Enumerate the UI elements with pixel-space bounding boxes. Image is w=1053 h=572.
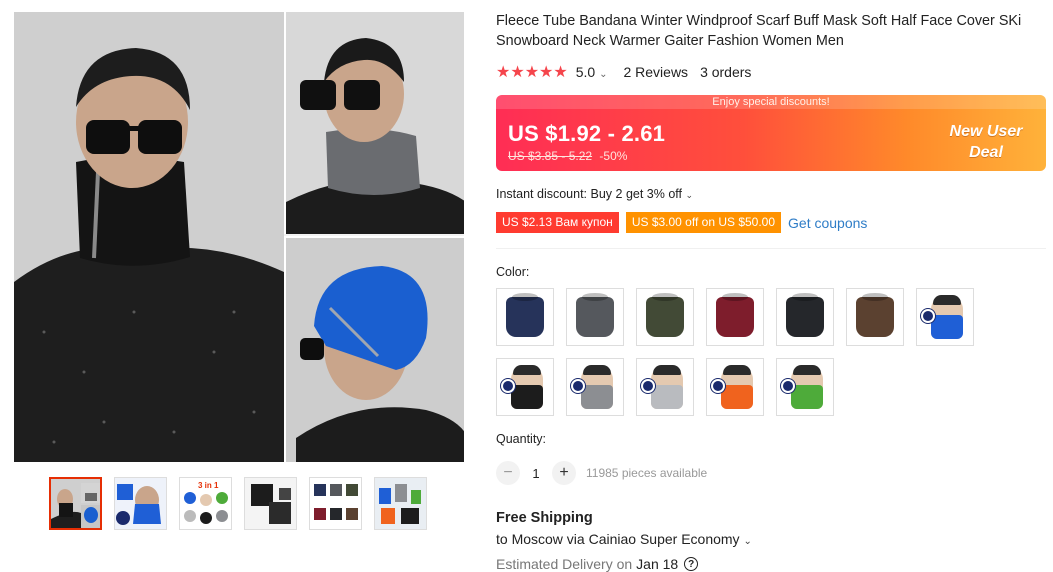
coupon-tag-1[interactable]: US $2.13 Вам купон bbox=[496, 212, 619, 233]
photo-man-black-gaiter bbox=[14, 12, 284, 462]
coupon-tag-2[interactable]: US $3.00 off on US $50.00 bbox=[625, 212, 782, 233]
thumbnail-6[interactable] bbox=[374, 477, 427, 530]
chevron-down-icon: ⌄ bbox=[685, 190, 694, 200]
quantity-input[interactable]: 1 bbox=[520, 466, 552, 481]
enjoy-discount-text: Enjoy special discounts! bbox=[496, 95, 1046, 109]
color-swatch-gray-model[interactable] bbox=[566, 358, 624, 416]
estimated-delivery: Estimated Delivery on Jan 18 ? bbox=[496, 556, 699, 572]
color-swatch-green-model[interactable] bbox=[776, 358, 834, 416]
scarf-image bbox=[716, 293, 754, 337]
color-swatch-gray[interactable] bbox=[566, 288, 624, 346]
discount-percent: -50% bbox=[599, 149, 628, 163]
rating-value[interactable]: 5.0 ⌄ bbox=[576, 64, 608, 80]
main-product-image[interactable] bbox=[14, 12, 464, 462]
model-image bbox=[581, 365, 613, 409]
quantity-stepper: − 1 + 11985 pieces available bbox=[496, 461, 707, 485]
color-swatch-black-model[interactable] bbox=[496, 358, 554, 416]
thumbnail-3[interactable]: 3 in 1 bbox=[179, 477, 232, 530]
product-title: Fleece Tube Bandana Winter Windproof Sca… bbox=[496, 13, 1022, 49]
logo-dot bbox=[501, 379, 515, 393]
color-swatch-navy[interactable] bbox=[496, 288, 554, 346]
orders-count: 3 orders bbox=[700, 64, 752, 80]
quantity-label: Quantity: bbox=[496, 432, 547, 446]
shipping-destination[interactable]: to Moscow via Cainiao Super Economy ⌄ bbox=[496, 531, 752, 547]
model-image bbox=[651, 365, 683, 409]
color-swatch-list bbox=[496, 288, 996, 416]
coupons-row: US $2.13 Вам купон US $3.00 off on US $5… bbox=[496, 212, 867, 233]
model-image bbox=[511, 365, 543, 409]
old-price-row: US $3.85 - 5.22 -50% bbox=[508, 149, 627, 163]
thumbnail-4[interactable] bbox=[244, 477, 297, 530]
color-swatch-orange-model[interactable] bbox=[706, 358, 764, 416]
get-coupons-link[interactable]: Get coupons bbox=[788, 215, 867, 231]
rating-row: ★★★★★ 5.0 ⌄ 2 Reviews 3 orders bbox=[496, 62, 751, 82]
scarf-image bbox=[576, 293, 614, 337]
decrease-quantity-button[interactable]: − bbox=[496, 461, 520, 485]
current-price: US $1.92 - 2.61 bbox=[508, 121, 666, 146]
new-user-deal-badge: New User Deal bbox=[949, 123, 1023, 161]
color-label: Color: bbox=[496, 265, 530, 279]
thumbnail-5[interactable] bbox=[309, 477, 362, 530]
divider bbox=[496, 248, 1046, 249]
color-swatch-brown[interactable] bbox=[846, 288, 904, 346]
logo-dot bbox=[921, 309, 935, 323]
free-shipping-title: Free Shipping bbox=[496, 510, 593, 526]
delivery-label: Estimated Delivery on bbox=[496, 556, 633, 572]
color-swatch-army-green[interactable] bbox=[636, 288, 694, 346]
increase-quantity-button[interactable]: + bbox=[552, 461, 576, 485]
logo-dot bbox=[571, 379, 585, 393]
chevron-down-icon: ⌄ bbox=[743, 536, 752, 547]
model-image bbox=[791, 365, 823, 409]
model-image bbox=[721, 365, 753, 409]
original-price: US $3.85 - 5.22 bbox=[508, 149, 593, 163]
color-swatch-black[interactable] bbox=[776, 288, 834, 346]
photo-man-blue-hat bbox=[284, 236, 464, 462]
price-banner: Enjoy special discounts! US $1.92 - 2.61… bbox=[496, 95, 1046, 171]
help-icon[interactable]: ? bbox=[684, 557, 699, 571]
instant-discount[interactable]: Instant discount: Buy 2 get 3% off ⌄ bbox=[496, 187, 693, 201]
rating-stars-icon: ★★★★★ bbox=[496, 64, 568, 81]
delivery-date: Jan 18 bbox=[636, 556, 679, 572]
photo-man-gray-gaiter bbox=[284, 12, 464, 234]
color-swatch-wine-red[interactable] bbox=[706, 288, 764, 346]
logo-dot bbox=[641, 379, 655, 393]
model-image bbox=[931, 295, 963, 339]
logo-dot bbox=[781, 379, 795, 393]
scarf-image bbox=[786, 293, 824, 337]
scarf-image bbox=[646, 293, 684, 337]
color-swatch-light-gray-model[interactable] bbox=[636, 358, 694, 416]
scarf-image bbox=[856, 293, 894, 337]
svg-text:3 in 1: 3 in 1 bbox=[198, 481, 219, 490]
pieces-available: 11985 pieces available bbox=[586, 466, 708, 480]
reviews-link[interactable]: 2 Reviews bbox=[623, 64, 688, 80]
scarf-image bbox=[506, 293, 544, 337]
thumbnail-1[interactable] bbox=[49, 477, 102, 530]
thumbnail-strip: 3 in 1 bbox=[49, 477, 427, 530]
logo-dot bbox=[711, 379, 725, 393]
chevron-down-icon: ⌄ bbox=[599, 69, 608, 80]
color-swatch-blue-model[interactable] bbox=[916, 288, 974, 346]
thumbnail-2[interactable] bbox=[114, 477, 167, 530]
